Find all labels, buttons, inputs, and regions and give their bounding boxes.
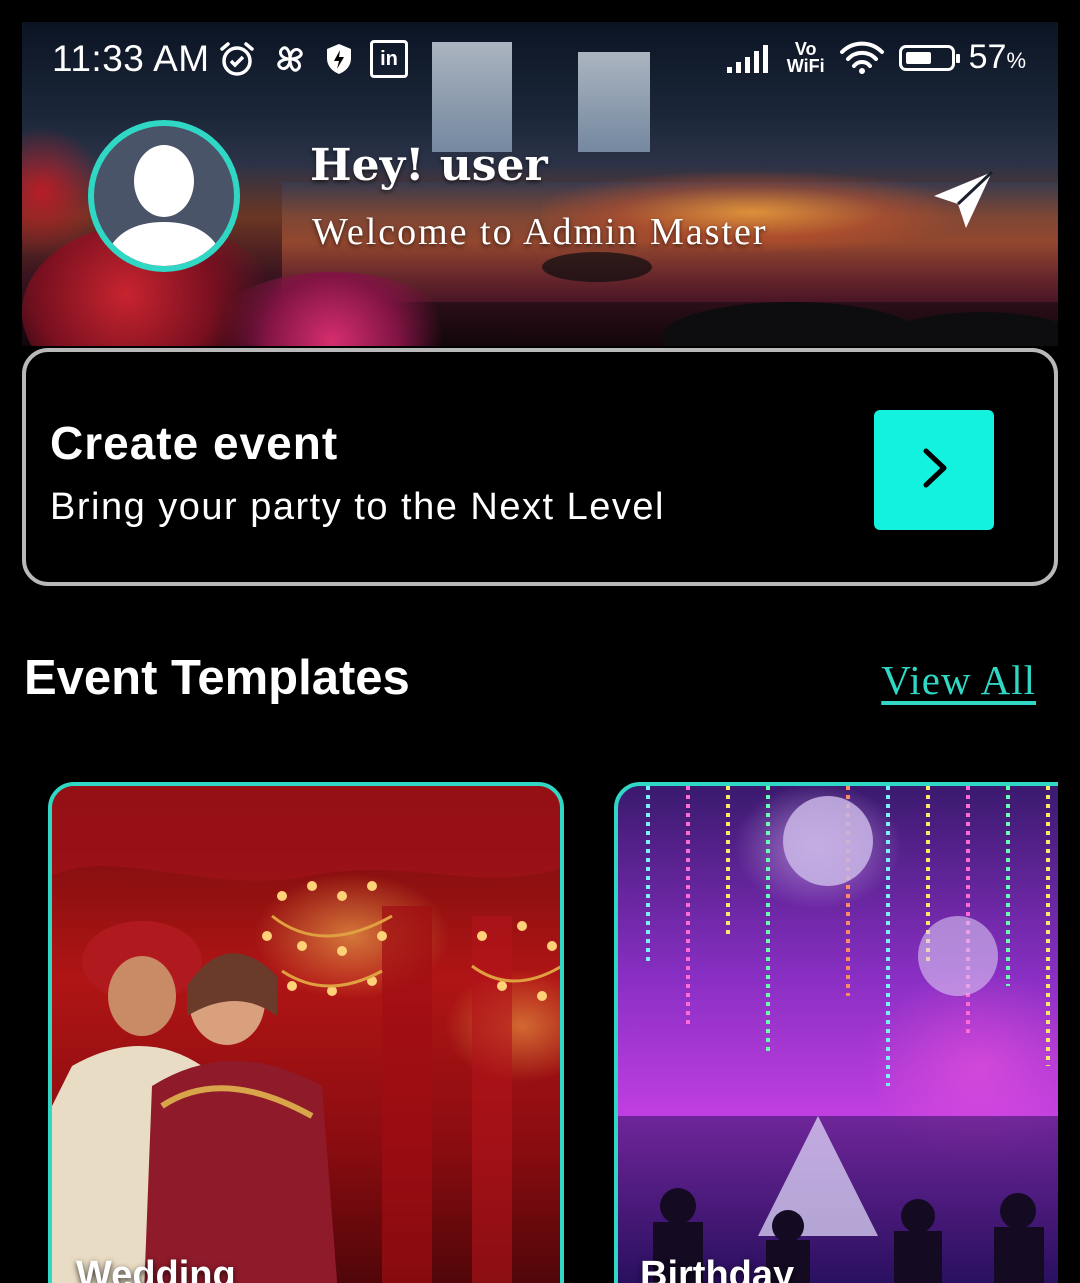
battery-unit: % <box>1006 48 1026 73</box>
battery-percentage: 57% <box>969 38 1026 77</box>
linkedin-icon: in <box>370 40 408 78</box>
view-all-link[interactable]: View All <box>881 656 1036 704</box>
create-event-subtitle: Bring your party to the Next Level <box>50 486 665 528</box>
battery-value: 57 <box>968 38 1007 76</box>
wifi-icon <box>839 41 885 75</box>
battery-level <box>905 51 931 64</box>
template-label-birthday: Birthday <box>640 1254 795 1283</box>
templates-carousel[interactable]: Wedding Birthday <box>22 782 1058 1283</box>
template-card-wedding[interactable]: Wedding <box>48 782 564 1283</box>
create-event-button[interactable] <box>874 410 994 530</box>
event-templates-heading: Event Templates <box>24 651 410 705</box>
create-event-card[interactable]: Create event Bring your party to the Nex… <box>22 348 1058 586</box>
pinwheel-icon <box>272 41 308 77</box>
template-label-wedding: Wedding <box>76 1254 236 1283</box>
greeting-text: Hey! user <box>310 140 548 191</box>
app-screen: 11:33 AM in Vo WiFi 57% Hey! user Welcom… <box>22 22 1058 1283</box>
banner-rock <box>542 252 652 282</box>
vowifi-icon: Vo WiFi <box>786 40 825 76</box>
battery-icon <box>898 44 960 71</box>
signal-icon <box>726 43 773 73</box>
shield-icon <box>324 42 354 76</box>
status-time: 11:33 AM <box>52 38 210 79</box>
wedding-photo <box>52 786 560 1283</box>
welcome-text: Welcome to Admin Master <box>312 211 768 253</box>
birthday-photo <box>618 786 1058 1283</box>
template-card-birthday[interactable]: Birthday <box>614 782 1058 1283</box>
status-icons-left: in <box>218 40 408 78</box>
create-event-title: Create event <box>50 417 339 469</box>
alarm-icon <box>218 40 256 78</box>
status-icons-right: Vo WiFi 57% <box>726 38 1026 77</box>
chevron-right-icon <box>914 443 954 498</box>
vowifi-bottom-label: WiFi <box>786 55 825 76</box>
banner-rock <box>882 312 1058 346</box>
send-icon[interactable] <box>928 166 998 236</box>
status-bar: 11:33 AM in Vo WiFi 57% <box>22 22 1058 100</box>
header-banner: 11:33 AM in Vo WiFi 57% Hey! user Welcom… <box>22 22 1058 346</box>
user-avatar-icon[interactable] <box>88 120 240 272</box>
